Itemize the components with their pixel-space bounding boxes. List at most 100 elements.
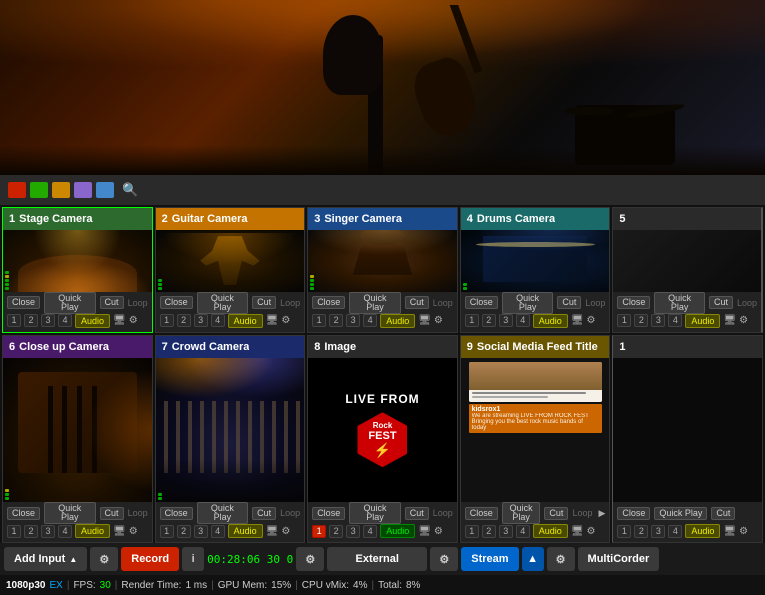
input-preview-2[interactable]: [156, 230, 305, 292]
swatch-green[interactable]: [30, 182, 48, 198]
num-2-9[interactable]: 2: [482, 525, 496, 538]
stream-button[interactable]: Stream: [461, 547, 518, 571]
num-1-2[interactable]: 1: [160, 314, 174, 327]
audio-btn-9[interactable]: Audio: [533, 524, 568, 538]
input-preview-3[interactable]: [308, 230, 457, 292]
stream-settings-button[interactable]: ⚙: [547, 547, 575, 571]
record-settings-button[interactable]: ⚙: [296, 547, 324, 571]
num-3-2[interactable]: 3: [194, 314, 208, 327]
stream-arrow-button[interactable]: ▲: [522, 547, 544, 571]
settings-btn-4[interactable]: ⚙: [587, 315, 596, 326]
close-btn-6[interactable]: Close: [7, 507, 40, 520]
external-settings-button[interactable]: ⚙: [430, 547, 458, 571]
swatch-blue[interactable]: [96, 182, 114, 198]
input-preview-4[interactable]: [461, 230, 610, 292]
settings-btn-1[interactable]: ⚙: [129, 315, 138, 326]
input-preview-8[interactable]: LIVE FROM Rock FEST ⚡: [308, 358, 457, 503]
input-preview-9[interactable]: kidsrox1 We are streaming LIVE FROM ROCK…: [461, 358, 610, 503]
audio-btn-3[interactable]: Audio: [380, 314, 415, 328]
close-btn-1[interactable]: Close: [7, 296, 40, 309]
num-2-6[interactable]: 2: [24, 525, 38, 538]
num-2-7[interactable]: 2: [177, 525, 191, 538]
scroll-right-icon[interactable]: ▶: [598, 508, 605, 519]
audio-btn-7[interactable]: Audio: [228, 524, 263, 538]
num-4-1[interactable]: 4: [58, 314, 72, 327]
multicorder-button[interactable]: MultiCorder: [578, 547, 660, 571]
settings-btn-3[interactable]: ⚙: [434, 315, 443, 326]
quickplay-btn-9[interactable]: Quick Play: [502, 502, 541, 524]
num-2-10[interactable]: 2: [634, 525, 648, 538]
cut-btn-9[interactable]: Cut: [544, 507, 568, 520]
audio-btn-1[interactable]: Audio: [75, 314, 110, 328]
num-1-4[interactable]: 1: [465, 314, 479, 327]
monitor-btn-3[interactable]: 🖥: [418, 315, 431, 326]
num-2-4[interactable]: 2: [482, 314, 496, 327]
audio-btn-6[interactable]: Audio: [75, 524, 110, 538]
audio-btn-8[interactable]: Audio: [380, 524, 415, 538]
num-1-3[interactable]: 1: [312, 314, 326, 327]
num-2-8[interactable]: 2: [329, 525, 343, 538]
settings-btn-2[interactable]: ⚙: [281, 315, 290, 326]
num-3-9[interactable]: 3: [499, 525, 513, 538]
swatch-orange[interactable]: [52, 182, 70, 198]
num-4-10[interactable]: 4: [668, 525, 682, 538]
quickplay-btn-8[interactable]: Quick Play: [349, 502, 401, 524]
num-3-6[interactable]: 3: [41, 525, 55, 538]
quickplay-btn-7[interactable]: Quick Play: [197, 502, 249, 524]
monitor-btn-1[interactable]: 🖥: [113, 315, 126, 326]
monitor-btn-9[interactable]: 🖥: [571, 526, 584, 537]
close-btn-4[interactable]: Close: [465, 296, 498, 309]
monitor-btn-8[interactable]: 🖥: [418, 526, 431, 537]
quickplay-btn-1[interactable]: Quick Play: [44, 292, 96, 314]
close-btn-10[interactable]: Close: [617, 507, 650, 520]
monitor-btn-4[interactable]: 🖥: [571, 315, 584, 326]
cut-btn-3[interactable]: Cut: [405, 296, 429, 309]
num-2-5[interactable]: 2: [634, 314, 648, 327]
cut-btn-7[interactable]: Cut: [252, 507, 276, 520]
quickplay-btn-2[interactable]: Quick Play: [197, 292, 249, 314]
cut-btn-2[interactable]: Cut: [252, 296, 276, 309]
cut-btn-8[interactable]: Cut: [405, 507, 429, 520]
num-2-2[interactable]: 2: [177, 314, 191, 327]
settings-btn-8[interactable]: ⚙: [434, 526, 443, 537]
num-3-1[interactable]: 3: [41, 314, 55, 327]
cut-btn-4[interactable]: Cut: [557, 296, 581, 309]
monitor-btn-6[interactable]: 🖥: [113, 526, 126, 537]
close-btn-2[interactable]: Close: [160, 296, 193, 309]
monitor-btn-7[interactable]: 🖥: [266, 526, 279, 537]
record-button[interactable]: Record: [121, 547, 179, 571]
num-3-5[interactable]: 3: [651, 314, 665, 327]
num-4-7[interactable]: 4: [211, 525, 225, 538]
settings-btn-9[interactable]: ⚙: [587, 526, 596, 537]
settings-btn-5[interactable]: ⚙: [739, 315, 748, 326]
num-4-9[interactable]: 4: [516, 525, 530, 538]
swatch-purple[interactable]: [74, 182, 92, 198]
close-btn-9[interactable]: Close: [465, 507, 498, 520]
close-btn-5[interactable]: Close: [617, 296, 650, 309]
quickplay-btn-5[interactable]: Quick Play: [654, 292, 705, 314]
add-input-button[interactable]: Add Input ▲: [4, 547, 87, 571]
swatch-red[interactable]: [8, 182, 26, 198]
num-4-2[interactable]: 4: [211, 314, 225, 327]
cut-btn-10[interactable]: Cut: [711, 507, 735, 520]
monitor-btn-10[interactable]: 🖥: [723, 526, 736, 537]
cut-btn-1[interactable]: Cut: [100, 296, 124, 309]
num-1-8[interactable]: 1: [312, 525, 326, 538]
num-1-5[interactable]: 1: [617, 314, 631, 327]
cut-btn-6[interactable]: Cut: [100, 507, 124, 520]
num-3-4[interactable]: 3: [499, 314, 513, 327]
close-btn-7[interactable]: Close: [160, 507, 193, 520]
audio-btn-10[interactable]: Audio: [685, 524, 720, 538]
settings-btn-10[interactable]: ⚙: [739, 526, 748, 537]
quickplay-btn-3[interactable]: Quick Play: [349, 292, 401, 314]
num-1-1[interactable]: 1: [7, 314, 21, 327]
num-2-3[interactable]: 2: [329, 314, 343, 327]
num-3-8[interactable]: 3: [346, 525, 360, 538]
num-1-10[interactable]: 1: [617, 525, 631, 538]
close-btn-3[interactable]: Close: [312, 296, 345, 309]
num-1-6[interactable]: 1: [7, 525, 21, 538]
quickplay-btn-10[interactable]: Quick Play: [654, 507, 707, 520]
quickplay-btn-4[interactable]: Quick Play: [502, 292, 554, 314]
num-3-7[interactable]: 3: [194, 525, 208, 538]
settings-btn-6[interactable]: ⚙: [129, 526, 138, 537]
